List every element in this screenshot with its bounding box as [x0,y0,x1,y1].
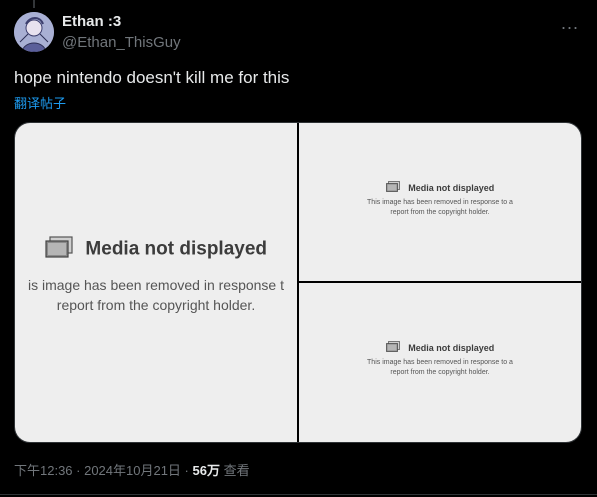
image-removed-icon [385,339,400,357]
media-placeholder-title: Media not displayed [408,343,495,353]
image-removed-icon [385,179,400,197]
media-placeholder-header: Media not displayed [299,339,581,357]
media-placeholder-title: Media not displayed [85,238,268,260]
translate-post-link[interactable]: 翻译帖子 [14,93,66,112]
media-placeholder-line: This image has been removed in response … [367,199,513,206]
post-metadata: 下午12:36 · 2024年10月21日 · 56万 查看 [14,460,250,479]
avatar[interactable] [14,12,54,52]
views-count: 56万 [192,463,220,478]
post-timestamp[interactable]: 下午12:36 · 2024年10月21日 · [14,463,192,478]
media-tile-1[interactable]: Media not displayed is image has been re… [15,123,297,442]
media-placeholder-line: report from the copyright holder. [56,297,256,313]
thread-connector-line [33,0,35,8]
media-placeholder-line: report from the copyright holder. [390,369,490,376]
media-placeholder-title: Media not displayed [408,183,495,193]
divider [0,494,597,495]
media-placeholder-header: Media not displayed [299,179,581,197]
image-removed-icon [45,236,73,263]
media-placeholder-body: This image has been removed in response … [299,198,581,218]
media-tile-3[interactable]: Media not displayed This image has been … [299,283,581,442]
media-placeholder-line: This image has been removed in response … [367,359,513,366]
avatar-illustration-icon [14,12,54,52]
media-placeholder-header: Media not displayed [15,236,297,263]
media-placeholder-body: This image has been removed in response … [299,358,581,378]
media-placeholder-line: is image has been removed in response t [27,277,285,293]
media-tile-2[interactable]: Media not displayed This image has been … [299,123,581,281]
media-grid: Media not displayed is image has been re… [14,122,582,443]
media-placeholder-body: is image has been removed in response t … [15,275,297,315]
more-options-icon[interactable]: ... [561,13,579,34]
post-text: hope nintendo doesn't kill me for this [14,68,290,87]
author-handle[interactable]: @Ethan_ThisGuy [62,34,181,51]
author-name[interactable]: Ethan :3 [62,13,121,30]
views-label: 查看 [219,463,250,478]
media-placeholder-line: report from the copyright holder. [390,209,490,216]
